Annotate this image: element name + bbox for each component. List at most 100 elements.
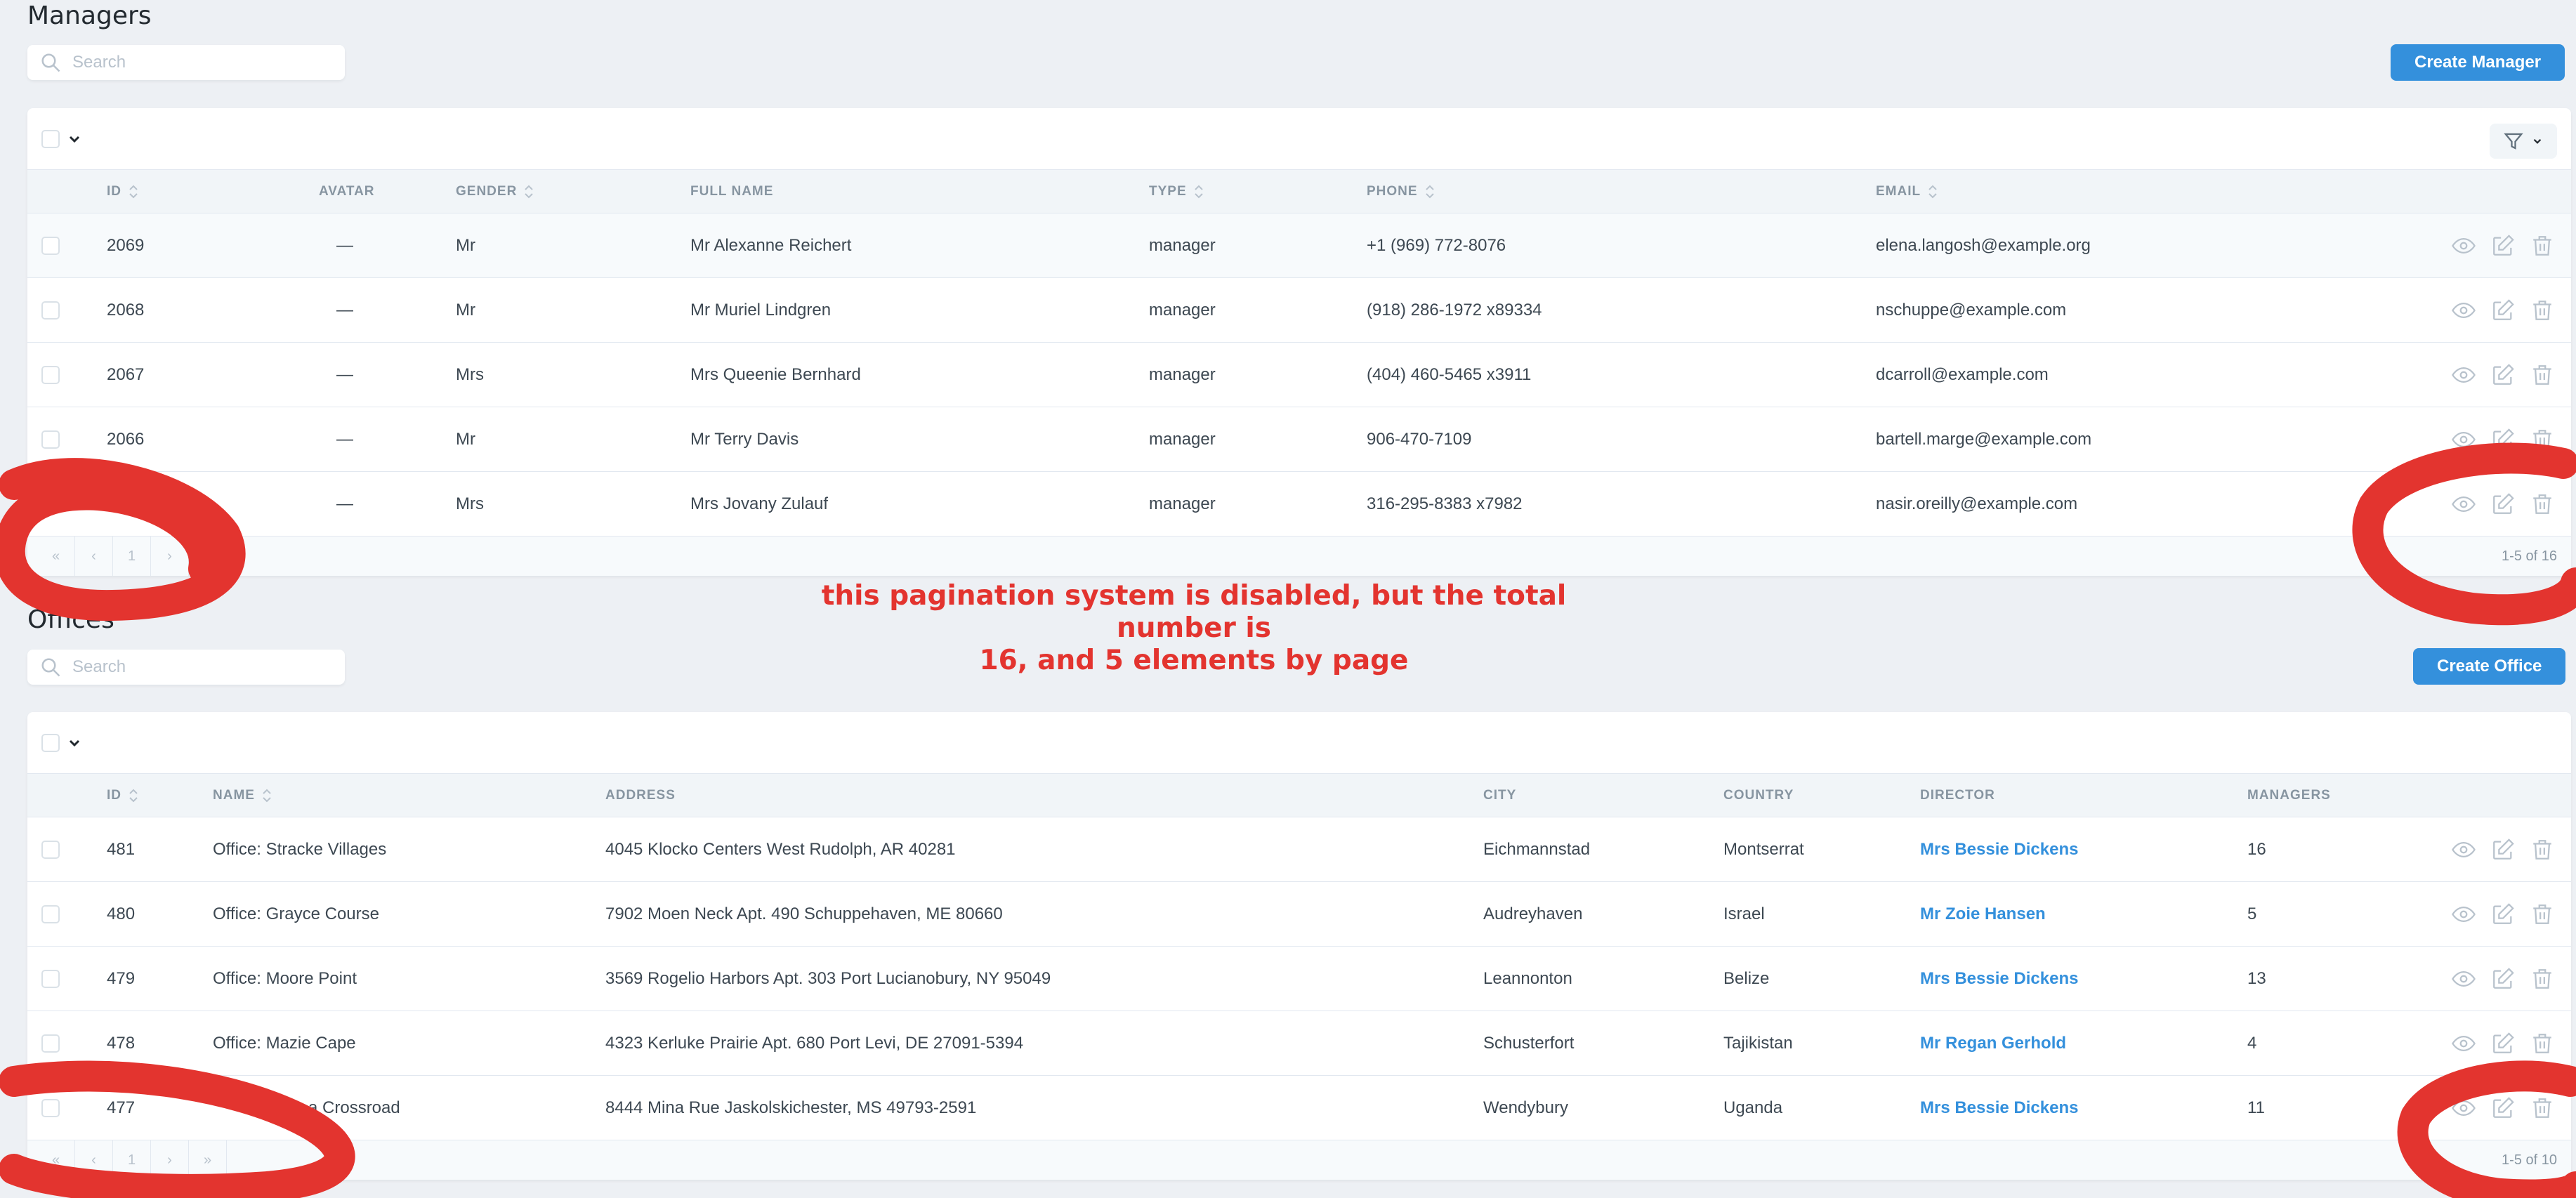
column-header-id[interactable]: ID [107, 774, 138, 817]
table-row[interactable]: 477 a Crossroad 8444 Mina Rue Jaskolskic… [27, 1076, 2571, 1140]
annotation-note: this pagination system is disabled, but … [815, 580, 1573, 677]
table-row[interactable]: 481 Office: Stracke Villages 4045 Klocko… [27, 817, 2571, 882]
edit-icon[interactable] [2491, 838, 2515, 862]
row-checkbox[interactable] [41, 237, 60, 255]
director-link[interactable]: Mrs Bessie Dickens [1920, 817, 2078, 882]
table-row[interactable]: 2066 — Mr Mr Terry Davis manager 906-470… [27, 407, 2571, 472]
table-row[interactable]: 479 Office: Moore Point 3569 Rogelio Har… [27, 947, 2571, 1011]
offices-search[interactable] [27, 650, 345, 685]
eye-icon[interactable] [2452, 902, 2476, 926]
eye-icon[interactable] [2452, 428, 2476, 452]
select-all-checkbox[interactable] [41, 130, 60, 148]
create-manager-button[interactable]: Create Manager [2391, 44, 2565, 81]
row-checkbox[interactable] [41, 366, 60, 384]
first-page-button[interactable]: « [37, 537, 75, 576]
cell-avatar: — [336, 494, 353, 513]
row-checkbox[interactable] [41, 430, 60, 449]
chevron-down-icon[interactable] [66, 735, 83, 751]
row-checkbox[interactable] [41, 970, 60, 988]
select-all-checkbox[interactable] [41, 734, 60, 752]
cell-id: 2066 [107, 430, 145, 449]
edit-icon[interactable] [2491, 902, 2515, 926]
director-link[interactable]: Mr Zoie Hansen [1920, 882, 2046, 947]
row-checkbox[interactable] [41, 1099, 60, 1117]
table-row[interactable]: 2068 — Mr Mr Muriel Lindgren manager (91… [27, 278, 2571, 343]
cell-country: Belize [1723, 969, 1770, 988]
trash-icon[interactable] [2530, 902, 2554, 926]
edit-icon[interactable] [2491, 492, 2515, 516]
eye-icon[interactable] [2452, 967, 2476, 991]
edit-icon[interactable] [2491, 1096, 2515, 1120]
edit-icon[interactable] [2491, 298, 2515, 322]
trash-icon[interactable] [2530, 967, 2554, 991]
eye-icon[interactable] [2452, 1032, 2476, 1055]
trash-icon[interactable] [2530, 298, 2554, 322]
create-office-button[interactable]: Create Office [2413, 648, 2566, 685]
row-checkbox[interactable] [41, 495, 60, 513]
cell-country: Montserrat [1723, 840, 1804, 859]
trash-icon[interactable] [2530, 492, 2554, 516]
cell-avatar: — [336, 365, 353, 384]
director-link[interactable]: Mrs Bessie Dickens [1920, 1076, 2078, 1140]
cell-city: Leannonton [1483, 969, 1572, 988]
trash-icon[interactable] [2530, 1096, 2554, 1120]
eye-icon[interactable] [2452, 363, 2476, 387]
cell-type: manager [1149, 365, 1216, 384]
table-row[interactable]: — Mrs Mrs Jovany Zulauf manager 316-295-… [27, 472, 2571, 537]
director-link[interactable]: Mrs Bessie Dickens [1920, 947, 2078, 1011]
row-checkbox[interactable] [41, 841, 60, 859]
next-page-button[interactable]: › [151, 537, 189, 576]
next-page-button[interactable]: › [151, 1140, 189, 1180]
director-link[interactable]: Mr Regan Gerhold [1920, 1011, 2066, 1076]
edit-icon[interactable] [2491, 428, 2515, 452]
cell-name: Office: Stracke Villages [213, 840, 387, 859]
edit-icon[interactable] [2491, 967, 2515, 991]
row-checkbox[interactable] [41, 301, 60, 320]
last-page-button[interactable]: » [189, 537, 227, 576]
eye-icon[interactable] [2452, 838, 2476, 862]
filter-button[interactable] [2490, 124, 2557, 159]
column-header-gender[interactable]: GENDER [456, 170, 534, 213]
page-number-button[interactable]: 1 [113, 537, 151, 576]
chevron-down-icon[interactable] [66, 131, 83, 147]
column-header-id[interactable]: ID [107, 170, 138, 213]
page-number-button[interactable]: 1 [113, 1140, 151, 1180]
first-page-button[interactable]: « [37, 1140, 75, 1180]
column-header-address: ADDRESS [605, 788, 676, 803]
cell-address: 8444 Mina Rue Jaskolskichester, MS 49793… [605, 1098, 977, 1117]
edit-icon[interactable] [2491, 363, 2515, 387]
eye-icon[interactable] [2452, 298, 2476, 322]
column-header-name[interactable]: NAME [213, 774, 272, 817]
trash-icon[interactable] [2530, 1032, 2554, 1055]
trash-icon[interactable] [2530, 838, 2554, 862]
cell-id: 480 [107, 904, 136, 923]
prev-page-button[interactable]: ‹ [75, 1140, 113, 1180]
trash-icon[interactable] [2530, 428, 2554, 452]
edit-icon[interactable] [2491, 1032, 2515, 1055]
prev-page-button[interactable]: ‹ [75, 537, 113, 576]
eye-icon[interactable] [2452, 1096, 2476, 1120]
row-checkbox[interactable] [41, 905, 60, 923]
eye-icon[interactable] [2452, 234, 2476, 258]
last-page-button[interactable]: » [189, 1140, 227, 1180]
offices-search-input[interactable] [72, 657, 325, 677]
edit-icon[interactable] [2491, 234, 2515, 258]
eye-icon[interactable] [2452, 492, 2476, 516]
row-checkbox[interactable] [41, 1034, 60, 1053]
sort-icon [129, 185, 138, 199]
column-header-email[interactable]: EMAIL [1876, 170, 1938, 213]
table-row[interactable]: 2067 — Mrs Mrs Queenie Bernhard manager … [27, 343, 2571, 407]
managers-search-input[interactable] [72, 53, 325, 72]
trash-icon[interactable] [2530, 234, 2554, 258]
row-actions [2452, 278, 2554, 343]
column-header-type[interactable]: TYPE [1149, 170, 1204, 213]
table-row[interactable]: 480 Office: Grayce Course 7902 Moen Neck… [27, 882, 2571, 947]
row-actions [2452, 817, 2554, 882]
cell-managers: 16 [2247, 840, 2266, 859]
managers-search[interactable] [27, 45, 345, 80]
column-header-phone[interactable]: PHONE [1367, 170, 1435, 213]
table-row[interactable]: 2069 — Mr Mr Alexanne Reichert manager +… [27, 213, 2571, 278]
cell-type: manager [1149, 430, 1216, 449]
table-row[interactable]: 478 Office: Mazie Cape 4323 Kerluke Prai… [27, 1011, 2571, 1076]
trash-icon[interactable] [2530, 363, 2554, 387]
